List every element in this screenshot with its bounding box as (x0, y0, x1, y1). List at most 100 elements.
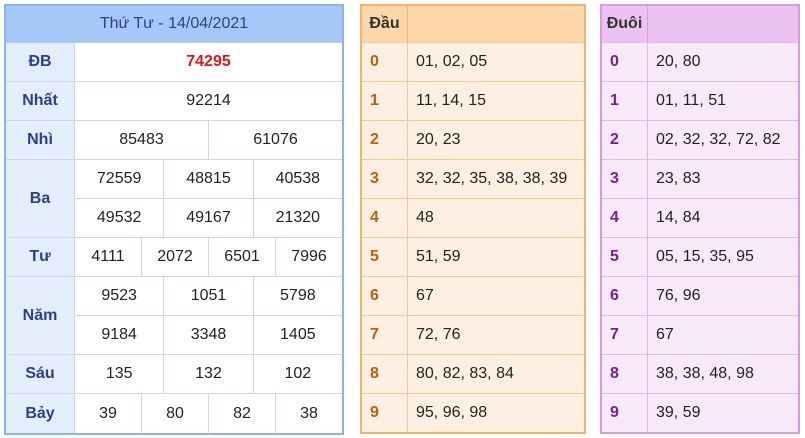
digit-values: 20, 23 (416, 131, 461, 148)
prize-value: 9523 (75, 277, 165, 315)
prize-value: 80 (142, 394, 209, 433)
digit-values: 23, 83 (656, 170, 701, 187)
digit-key: 1 (602, 82, 648, 120)
prize-value: 7996 (291, 248, 327, 265)
digit-values: 32, 32, 35, 38, 38, 39 (416, 170, 568, 187)
prize-row-db: ĐB 74295 (6, 43, 342, 82)
digit-values: 01, 02, 05 (416, 53, 488, 70)
tail-header-label: Đuôi (602, 6, 648, 42)
results-title: Thứ Tư - 14/04/2021 (6, 6, 342, 43)
digit-values: 67 (416, 287, 434, 304)
table-row: 7 72, 76 (362, 315, 584, 354)
table-row: 1 11, 14, 15 (362, 81, 584, 120)
prize-label: Nhì (6, 121, 75, 159)
digit-values: 20, 80 (656, 53, 701, 70)
digit-values: 48 (416, 209, 434, 226)
digit-key: 9 (602, 394, 648, 432)
digit-key: 1 (362, 82, 408, 120)
digit-values: 05, 15, 35, 95 (656, 248, 754, 265)
table-row: 1 01, 11, 51 (602, 81, 798, 120)
digit-key: 7 (602, 316, 648, 354)
digit-key: 3 (362, 160, 408, 198)
table-row: 0 20, 80 (602, 42, 798, 81)
table-row: 6 76, 96 (602, 276, 798, 315)
prize-row-bay: Bảy 39 80 82 38 (6, 394, 342, 433)
digit-values: 38, 38, 48, 98 (656, 365, 754, 382)
digit-key: 4 (362, 199, 408, 237)
prize-value: 72559 (75, 160, 165, 198)
digit-key: 7 (362, 316, 408, 354)
digit-values: 02, 32, 32, 72, 82 (656, 131, 781, 148)
table-row: 9 39, 59 (602, 393, 798, 432)
prize-row-nhat: Nhất 92214 (6, 82, 342, 121)
digit-values: 67 (656, 326, 674, 343)
digit-key: 5 (602, 238, 648, 276)
lottery-results-table: Thứ Tư - 14/04/2021 ĐB 74295 Nhất 92214 … (4, 4, 344, 435)
prize-value: 6501 (209, 238, 276, 276)
digit-key: 9 (362, 394, 408, 432)
table-row: 4 48 (362, 198, 584, 237)
prize-value: 4111 (75, 238, 142, 276)
prize-row-ba: Ba 72559 48815 40538 49532 49167 21320 (6, 160, 342, 238)
digit-key: 2 (362, 121, 408, 159)
digit-key: 0 (362, 43, 408, 81)
prize-label: Bảy (6, 394, 75, 433)
prize-value: 2072 (142, 238, 209, 276)
prize-value: 135 (75, 355, 165, 393)
prize-value: 1051 (164, 277, 254, 315)
digit-values: 11, 14, 15 (416, 92, 486, 109)
prize-value: 132 (164, 355, 254, 393)
prize-value: 102 (284, 365, 312, 382)
digit-key: 6 (602, 277, 648, 315)
prize-label: Sáu (6, 355, 75, 393)
table-row: 0 01, 02, 05 (362, 42, 584, 81)
digit-key: 8 (602, 355, 648, 393)
digit-values: 51, 59 (416, 248, 461, 265)
prize-value: 38 (300, 404, 318, 422)
table-row: 3 32, 32, 35, 38, 38, 39 (362, 159, 584, 198)
prize-row-nhi: Nhì 85483 61076 (6, 121, 342, 160)
table-row: 5 05, 15, 35, 95 (602, 237, 798, 276)
digit-key: 2 (602, 121, 648, 159)
table-row: 7 67 (602, 315, 798, 354)
prize-label: Nhất (6, 82, 75, 120)
table-row: 8 80, 82, 83, 84 (362, 354, 584, 393)
prize-value: 3348 (164, 316, 254, 354)
prize-value: 61076 (253, 131, 298, 148)
head-header-label: Đầu (362, 6, 408, 42)
tail-digit-table: Đuôi 0 20, 80 1 01, 11, 51 2 02, 32, 32, 72… (600, 4, 800, 434)
digit-values: 76, 96 (656, 287, 701, 304)
prize-value: 49532 (75, 199, 165, 237)
special-prize-value: 74295 (186, 53, 231, 70)
digit-values: 72, 76 (416, 326, 461, 343)
digit-values: 01, 11, 51 (656, 92, 726, 109)
digit-values: 14, 84 (656, 209, 701, 226)
tail-table-header: Đuôi (602, 6, 798, 42)
prize-value: 48815 (164, 160, 254, 198)
prize-value: 9184 (75, 316, 165, 354)
digit-values: 80, 82, 83, 84 (416, 365, 514, 382)
table-row: 2 02, 32, 32, 72, 82 (602, 120, 798, 159)
prize-value: 5798 (280, 287, 316, 304)
prize-value: 85483 (75, 121, 209, 159)
digit-values: 95, 96, 98 (416, 404, 488, 421)
digit-key: 5 (362, 238, 408, 276)
digit-key: 0 (602, 43, 648, 81)
table-row: 2 20, 23 (362, 120, 584, 159)
digit-key: 3 (602, 160, 648, 198)
table-row: 8 38, 38, 48, 98 (602, 354, 798, 393)
table-row: 9 95, 96, 98 (362, 393, 584, 432)
table-row: 3 23, 83 (602, 159, 798, 198)
prize-value: 49167 (164, 199, 254, 237)
digit-key: 8 (362, 355, 408, 393)
table-row: 4 14, 84 (602, 198, 798, 237)
prize-value: 92214 (186, 92, 231, 109)
prize-row-sau: Sáu 135 132 102 (6, 355, 342, 394)
prize-row-nam: Năm 9523 1051 5798 9184 3348 1405 (6, 277, 342, 355)
prize-label: Ba (6, 160, 75, 237)
prize-value: 21320 (275, 209, 321, 226)
prize-label: Tư (6, 238, 75, 276)
digit-values: 39, 59 (656, 404, 701, 421)
digit-key: 6 (362, 277, 408, 315)
prize-row-tu: Tư 4111 2072 6501 7996 (6, 238, 342, 277)
